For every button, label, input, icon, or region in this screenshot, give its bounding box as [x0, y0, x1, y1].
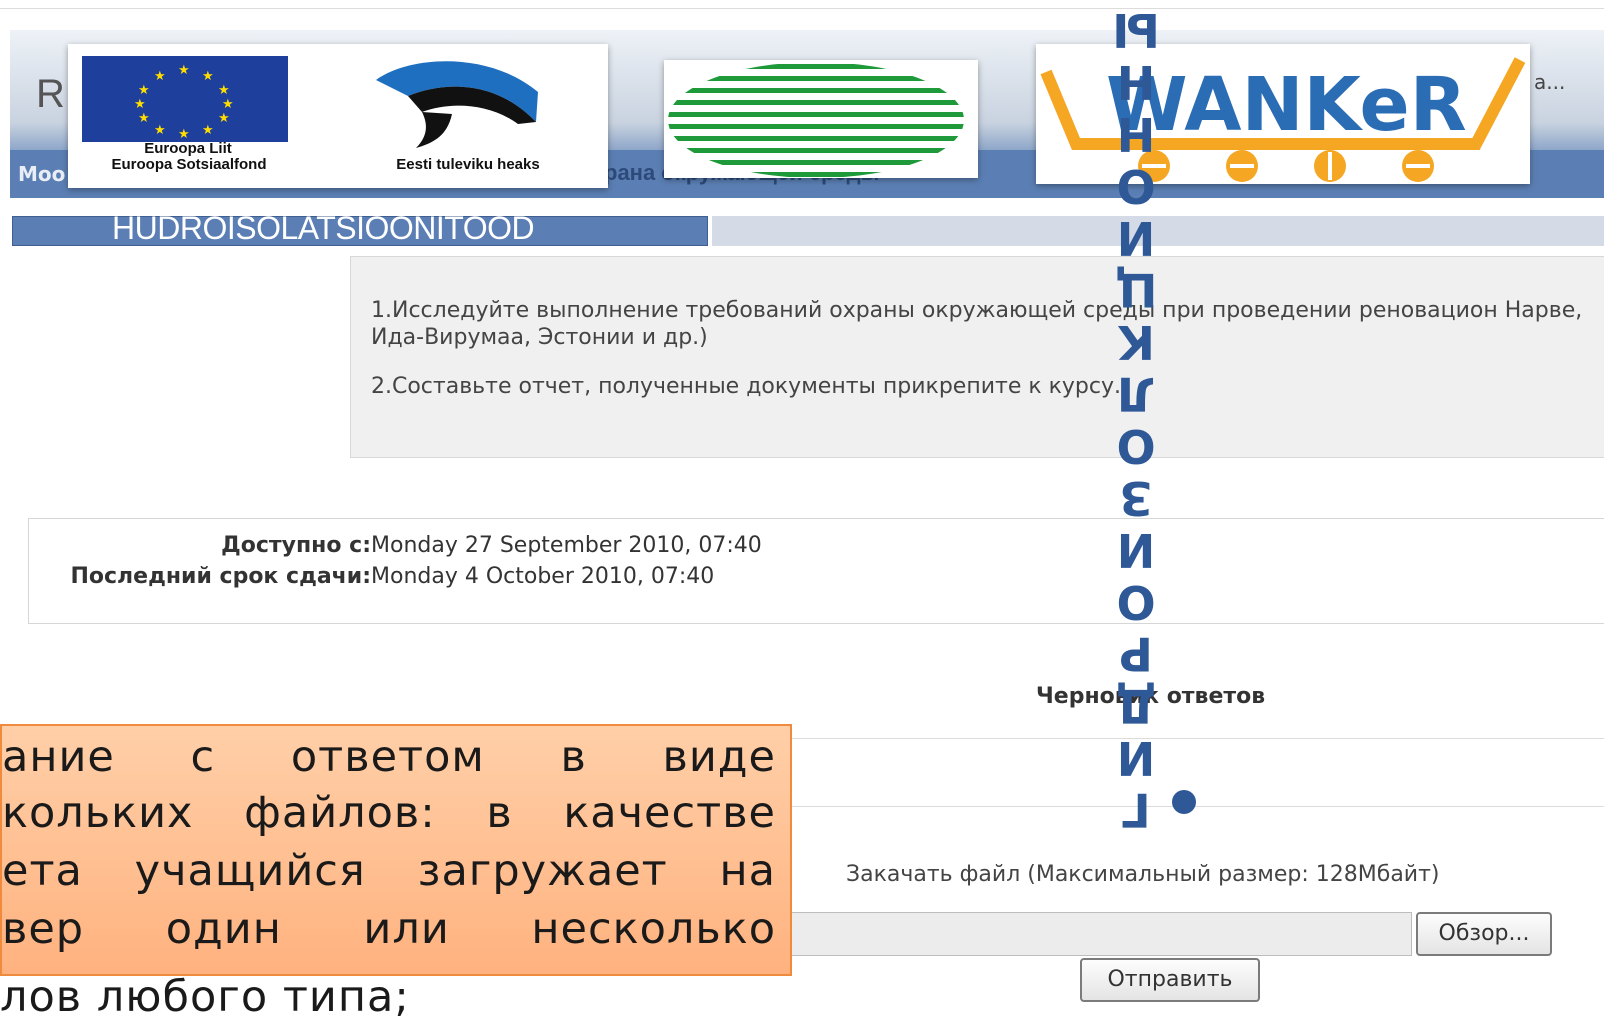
vertical-char: И [1116, 523, 1156, 577]
vertical-char: З [1119, 471, 1153, 525]
available-from-value: Monday 27 September 2010, 07:40 [371, 533, 762, 558]
vertical-char: И [1116, 211, 1156, 265]
submit-button[interactable]: Отправить [1080, 958, 1260, 1002]
estonia-swoosh-icon [376, 61, 538, 148]
due-date-value: Monday 4 October 2010, 07:40 [371, 564, 715, 589]
vertical-char: Н [1116, 55, 1156, 109]
assignment-description: 1.Исследуйте выполнение требований охран… [350, 256, 1604, 458]
esf-caption: Euroopa Sotsiaalfond [111, 156, 267, 173]
section-title: HUDROISOLATSIOONITOOD [112, 210, 535, 246]
callout-line-overflow: лов любого типа; [0, 972, 410, 1022]
vertical-char: Н [1116, 107, 1156, 161]
top-divider [0, 8, 1604, 9]
instruction-1: 1.Исследуйте выполнение требований охран… [371, 298, 1583, 350]
eu-caption: Euroopa Liit [144, 140, 232, 157]
vertical-char: Ц [1114, 263, 1158, 317]
annotation-callout: ание с ответом в виде кольких файлов: в … [0, 724, 792, 976]
callout-line: вер один или несколько [2, 904, 776, 954]
green-stripes-logo [664, 60, 978, 178]
vertical-char: О [1116, 419, 1156, 473]
vertical-char: Ы [1112, 3, 1160, 57]
due-date-label: Последний срок сдачи: [70, 564, 371, 589]
callout-line: ета учащийся загружает на [2, 846, 776, 896]
search-field-fragment[interactable]: а... [1534, 70, 1565, 94]
eu-estonia-logo: ★ ★ ★ ★ ★ ★ ★ ★ ★ ★ ★ ★ Euroopa Liit Eur… [68, 44, 608, 188]
upload-label: Закачать файл (Максимальный размер: 128М… [846, 862, 1440, 887]
divider [790, 806, 1604, 807]
green-stripes-icon [668, 64, 964, 177]
callout-line: ание с ответом в виде [2, 732, 776, 782]
eu-flag-icon: ★ ★ ★ ★ ★ ★ ★ ★ ★ ★ ★ ★ [82, 56, 288, 142]
dates-panel: Доступно с: Monday 27 September 2010, 07… [28, 518, 1604, 624]
estonia-caption: Eesti tuleviku heaks [396, 156, 540, 173]
divider [790, 738, 1604, 739]
vertical-caption: ЫННОИЦКЛОЗИОРДИГ [1108, 3, 1164, 837]
site-title-fragment: R [36, 72, 65, 116]
vertical-char: К [1117, 315, 1155, 369]
bullet-icon [1172, 790, 1196, 814]
available-from-label: Доступно с: [221, 533, 371, 558]
vertical-char: Г [1121, 783, 1151, 837]
browse-button[interactable]: Обзор... [1416, 912, 1552, 956]
file-path-input[interactable] [778, 912, 1412, 956]
vertical-char: О [1116, 159, 1156, 213]
vertical-char: И [1116, 731, 1156, 785]
vertical-char: Д [1115, 679, 1157, 733]
vertical-char: Л [1116, 367, 1156, 421]
instruction-2: 2.Составьте отчет, полученные документы … [371, 374, 1122, 399]
vertical-char: Р [1119, 627, 1153, 681]
vertical-char: О [1116, 575, 1156, 629]
breadcrumb-home-link[interactable]: Moo [18, 162, 65, 186]
callout-line: кольких файлов: в качестве [2, 788, 776, 838]
